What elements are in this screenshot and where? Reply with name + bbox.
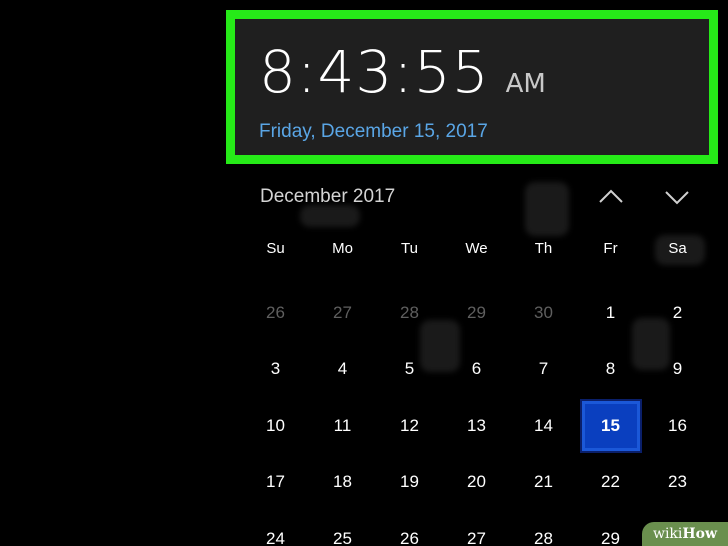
calendar-day[interactable]: 11 — [309, 398, 376, 455]
today-day-number: 15 — [579, 398, 642, 453]
calendar-day[interactable]: 17 — [242, 454, 309, 511]
calendar-day[interactable]: 13 — [443, 398, 510, 455]
calendar-day[interactable]: 27 — [443, 511, 510, 546]
calendar-day[interactable]: 14 — [510, 398, 577, 455]
calendar-day[interactable]: 9 — [644, 341, 711, 398]
calendar-month-label[interactable]: December 2017 — [260, 186, 395, 208]
weekday-header: Sa — [668, 239, 687, 257]
watermark-prefix: wiki — [652, 526, 683, 542]
calendar-day-today[interactable]: 15 — [577, 398, 644, 455]
chevron-down-icon — [665, 191, 689, 205]
previous-month-button[interactable] — [596, 184, 626, 210]
calendar-day[interactable]: 28 — [510, 511, 577, 546]
calendar-day[interactable]: 7 — [510, 341, 577, 398]
calendar-grid: Su Mo Tu We Th Fr Sa 26 27 28 29 30 1 2 3 4 5 6 7 8 9 10 11 12 1… — [242, 228, 712, 546]
date-link[interactable]: Friday, December 15, 2017 — [259, 121, 488, 143]
calendar-day[interactable]: 29 — [577, 511, 644, 546]
calendar-day[interactable]: 1 — [577, 285, 644, 342]
calendar-day[interactable]: 27 — [309, 285, 376, 342]
weekday-header: Th — [534, 239, 553, 257]
clock-ampm: AM — [505, 69, 546, 99]
calendar-day[interactable]: 23 — [644, 454, 711, 511]
wikihow-watermark: wiki How — [642, 522, 728, 546]
time-display: 8:43:55 AM — [259, 43, 546, 101]
calendar-day[interactable]: 3 — [242, 341, 309, 398]
chevron-up-icon — [599, 189, 623, 203]
calendar-day[interactable]: 5 — [376, 341, 443, 398]
weekday-header: Tu — [401, 239, 418, 257]
calendar-day[interactable]: 28 — [376, 285, 443, 342]
calendar-day[interactable]: 19 — [376, 454, 443, 511]
calendar-day[interactable]: 21 — [510, 454, 577, 511]
calendar-day[interactable]: 2 — [644, 285, 711, 342]
calendar-day[interactable]: 10 — [242, 398, 309, 455]
clock-panel: 8:43:55 AM Friday, December 15, 2017 — [226, 10, 718, 164]
weekday-header: We — [465, 239, 488, 257]
calendar-day[interactable]: 26 — [242, 285, 309, 342]
clock-time: 8:43:55 — [259, 38, 490, 106]
weekday-header: Mo — [332, 239, 353, 257]
screen: 8:43:55 AM Friday, December 15, 2017 Dec… — [0, 0, 728, 546]
calendar-day[interactable]: 12 — [376, 398, 443, 455]
calendar-day[interactable]: 8 — [577, 341, 644, 398]
next-month-button[interactable] — [662, 184, 692, 210]
calendar-day[interactable]: 4 — [309, 341, 376, 398]
calendar-day[interactable]: 20 — [443, 454, 510, 511]
calendar-day[interactable]: 30 — [510, 285, 577, 342]
calendar-day[interactable]: 22 — [577, 454, 644, 511]
calendar-day[interactable]: 18 — [309, 454, 376, 511]
calendar-day[interactable]: 6 — [443, 341, 510, 398]
calendar-day[interactable]: 26 — [376, 511, 443, 546]
weekday-header: Fr — [603, 239, 618, 257]
calendar-day[interactable]: 16 — [644, 398, 711, 455]
calendar-day[interactable]: 25 — [309, 511, 376, 546]
calendar-day[interactable]: 29 — [443, 285, 510, 342]
weekday-header: Su — [266, 239, 285, 257]
calendar-day[interactable]: 24 — [242, 511, 309, 546]
background-blur — [300, 205, 360, 227]
watermark-suffix: How — [682, 526, 718, 542]
